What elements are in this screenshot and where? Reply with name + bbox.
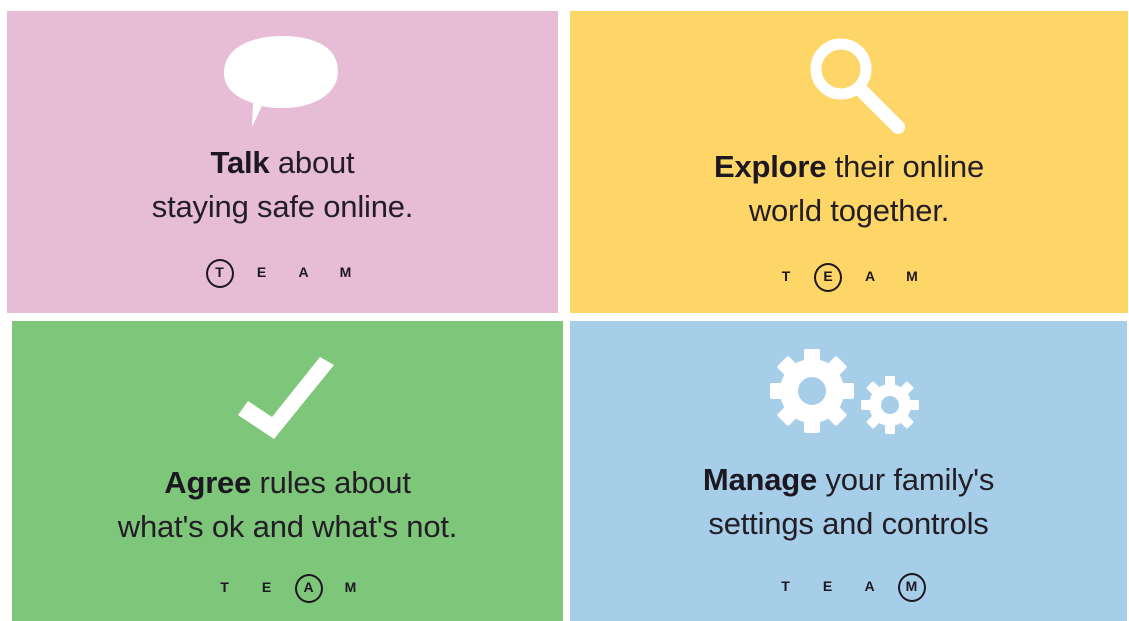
team-letter-e: E — [256, 264, 267, 280]
talk-line1: about — [269, 145, 355, 180]
team-letter-m: M — [339, 264, 352, 280]
team-acronym: T E A M — [570, 261, 1128, 292]
team-letter-e: E — [261, 579, 272, 595]
team-letter-e: E — [814, 262, 842, 292]
team-letter-t: T — [220, 579, 229, 595]
manage-line1: your family's — [817, 462, 995, 497]
team-letter-t: T — [781, 268, 791, 284]
agree-line2: what's ok and what's not. — [117, 509, 458, 544]
agree-card: Agree rules about what's ok and what's n… — [12, 321, 563, 621]
team-letter-a: A — [298, 264, 309, 280]
team-letter-a: A — [864, 268, 876, 284]
manage-keyword: Manage — [702, 462, 818, 497]
checkmark-icon — [238, 357, 334, 439]
explore-card: Explore their online world together. T E… — [570, 11, 1128, 313]
team-letter-m: M — [897, 572, 926, 602]
talk-card: Talk about staying safe online. T E A M — [7, 11, 558, 313]
team-letter-a: A — [864, 578, 875, 594]
agree-keyword: Agree — [164, 465, 252, 500]
explore-line1: their online — [826, 149, 984, 184]
team-letter-t: T — [781, 578, 790, 594]
magnifying-glass-icon — [810, 38, 905, 134]
manage-text: Manage your family's settings and contro… — [570, 458, 1127, 546]
talk-keyword: Talk — [210, 145, 270, 180]
team-letter-a: A — [294, 573, 323, 603]
speech-bubble-icon — [224, 36, 338, 127]
agree-text: Agree rules about what's ok and what's n… — [12, 461, 563, 549]
talk-text: Talk about staying safe online. — [7, 141, 558, 229]
team-letter-m: M — [906, 268, 918, 284]
manage-card: Manage your family's settings and contro… — [570, 321, 1127, 621]
gears-icon — [770, 349, 919, 434]
explore-line2: world together. — [748, 193, 950, 228]
team-acronym: T E A M — [12, 572, 563, 603]
explore-keyword: Explore — [714, 149, 827, 184]
explore-text: Explore their online world together. — [570, 145, 1128, 233]
manage-line2: settings and controls — [708, 506, 989, 541]
team-letter-e: E — [822, 578, 833, 594]
agree-line1: rules about — [251, 465, 411, 500]
talk-line2: staying safe online. — [151, 189, 414, 224]
team-acronym: T E A M — [7, 257, 558, 288]
team-letter-t: T — [205, 258, 234, 288]
team-letter-m: M — [344, 579, 357, 595]
team-acronym: T E A M — [570, 571, 1127, 602]
